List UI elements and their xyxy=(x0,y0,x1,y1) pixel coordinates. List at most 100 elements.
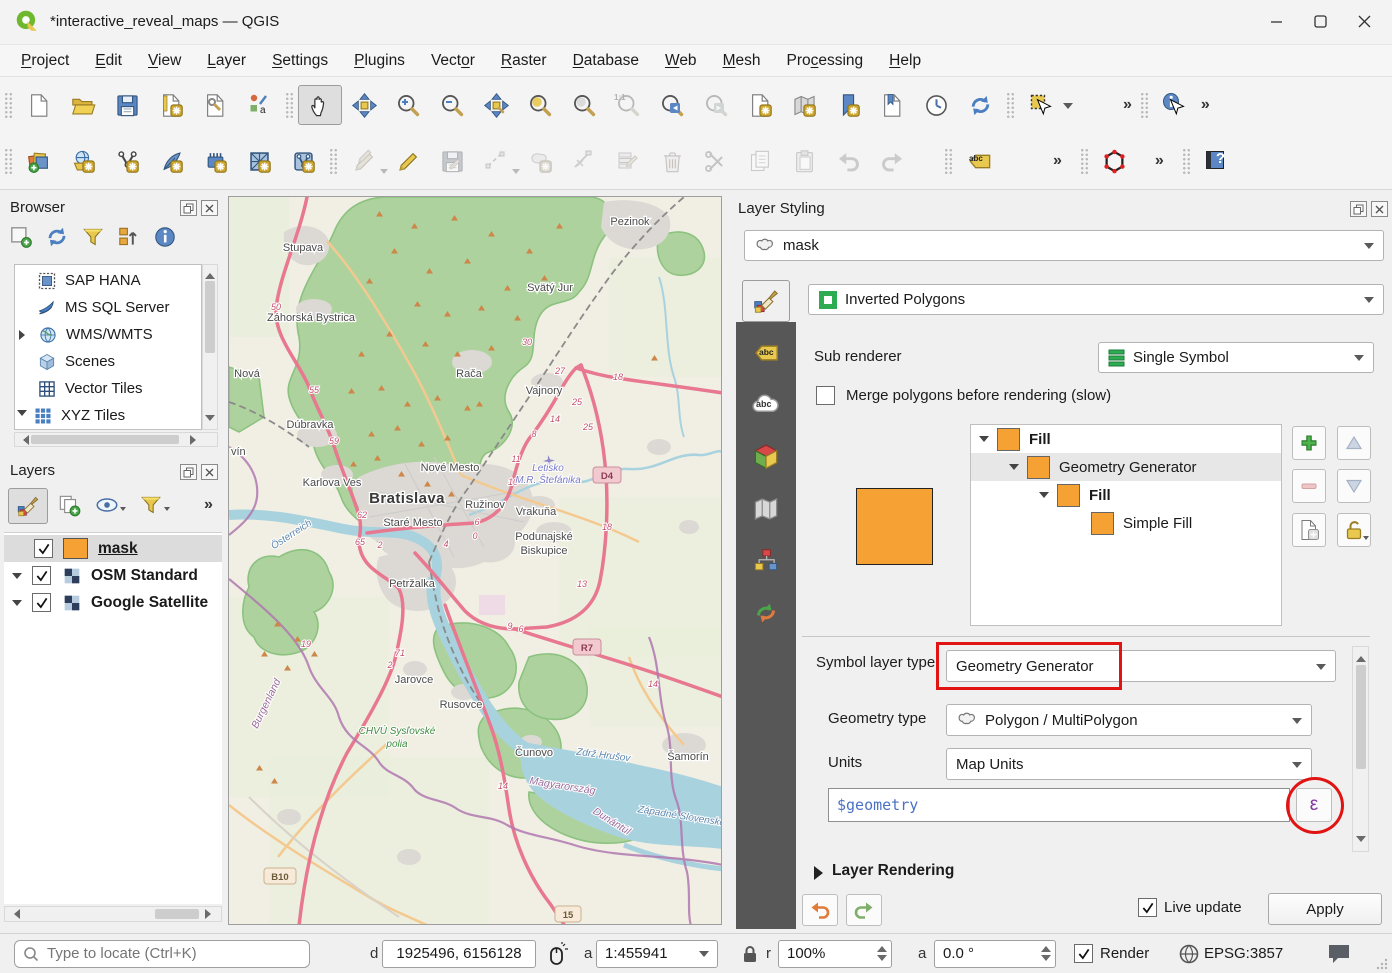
zoom-next-button[interactable] xyxy=(694,85,738,125)
move-up-button[interactable] xyxy=(1337,426,1371,460)
open-project-button[interactable] xyxy=(61,85,105,125)
zoom-full-button[interactable] xyxy=(474,85,518,125)
toolbar-grip[interactable] xyxy=(1006,92,1015,118)
symbol-node-geometry-generator[interactable]: Geometry Generator xyxy=(971,453,1281,481)
mouse-position-icon[interactable] xyxy=(544,942,570,968)
toolbar-grip[interactable] xyxy=(329,148,338,174)
units-combo[interactable]: Map Units xyxy=(946,748,1312,780)
menu-mesh[interactable]: Mesh xyxy=(710,48,774,74)
layer-row-google-satellite[interactable]: Google Satellite xyxy=(4,589,222,616)
menu-database[interactable]: Database xyxy=(560,48,652,74)
layer-row-osm-standard[interactable]: OSM Standard xyxy=(4,562,222,589)
zoom-last-button[interactable] xyxy=(650,85,694,125)
duplicate-symbol-layer-button[interactable] xyxy=(1292,513,1326,547)
add-vector-layer-button[interactable] xyxy=(61,141,105,181)
remove-symbol-layer-button[interactable] xyxy=(1292,469,1326,503)
temporal-controller-button[interactable] xyxy=(914,85,958,125)
toggle-editing-button[interactable] xyxy=(386,141,430,181)
toolbar-overflow-icon[interactable]: » xyxy=(1197,96,1214,114)
properties-info-button[interactable] xyxy=(152,224,178,250)
layer-visibility-checkbox[interactable] xyxy=(32,593,51,612)
toolbar-grip[interactable] xyxy=(4,92,13,118)
symbol-node-simple-fill[interactable]: Simple Fill xyxy=(971,509,1281,537)
refresh-map-button[interactable] xyxy=(958,85,1002,125)
menu-processing[interactable]: Processing xyxy=(773,48,876,74)
toolbar-grip[interactable] xyxy=(1140,92,1149,118)
refresh-browser-button[interactable] xyxy=(44,224,70,250)
lock-scale-icon[interactable] xyxy=(740,944,760,964)
render-checkbox[interactable] xyxy=(1074,944,1093,963)
show-bookmarks-button[interactable] xyxy=(870,85,914,125)
symbol-node-fill-2[interactable]: Fill xyxy=(971,481,1281,509)
lock-colors-button[interactable] xyxy=(1337,513,1371,547)
tab-labels[interactable]: abc xyxy=(751,338,781,368)
browser-item-ms-sql-server[interactable]: MS SQL Server xyxy=(15,294,201,321)
close-panel-button[interactable] xyxy=(1371,201,1388,217)
collapse-all-button[interactable] xyxy=(116,224,142,250)
new-spatialite-layer-button[interactable] xyxy=(193,141,237,181)
locator-box[interactable] xyxy=(14,940,310,968)
toolbar-grip[interactable] xyxy=(285,92,294,118)
browser-vertical-scrollbar[interactable] xyxy=(202,264,218,430)
open-layer-styling-button[interactable] xyxy=(8,488,48,524)
add-selected-layer-button[interactable] xyxy=(8,224,34,250)
map-canvas[interactable]: 50 55 59 62 65 2 30 27 25 25 18 18 14 8 … xyxy=(228,196,722,925)
symbol-node-fill[interactable]: Fill xyxy=(971,425,1281,453)
float-panel-button[interactable] xyxy=(1350,201,1367,217)
crs-label[interactable]: EPSG:3857 xyxy=(1204,945,1283,962)
tab-style-history[interactable] xyxy=(751,546,781,576)
style-redo-button[interactable] xyxy=(846,894,882,926)
coordinate-box[interactable]: 1925496, 6156128 xyxy=(382,940,536,968)
close-panel-button[interactable] xyxy=(201,200,218,216)
layers-horizontal-scrollbar[interactable] xyxy=(4,906,222,922)
menu-vector[interactable]: Vector xyxy=(418,48,488,74)
style-undo-button[interactable] xyxy=(802,894,838,926)
help-button[interactable]: ? xyxy=(1195,141,1239,181)
crs-globe-icon[interactable] xyxy=(1178,943,1200,965)
toolbar-overflow-icon[interactable]: » xyxy=(1119,96,1136,114)
browser-item-sap-hana[interactable]: SAP HANA xyxy=(15,267,201,294)
toolbar-grip[interactable] xyxy=(1080,148,1089,174)
browser-horizontal-scrollbar[interactable] xyxy=(14,432,218,447)
scale-combo[interactable]: 1:455941 xyxy=(596,940,718,968)
browser-item-xyz-tiles[interactable]: XYZ Tiles xyxy=(15,402,201,429)
zoom-native-button[interactable]: 1:1 xyxy=(606,85,650,125)
styling-vertical-scrollbar[interactable] xyxy=(1352,646,1369,852)
new-shapefile-layer-button[interactable] xyxy=(105,141,149,181)
new-project-button[interactable] xyxy=(17,85,61,125)
layer-rendering-expander[interactable] xyxy=(814,866,823,880)
locator-input[interactable] xyxy=(47,945,287,962)
menu-raster[interactable]: Raster xyxy=(488,48,560,74)
add-group-button[interactable] xyxy=(56,492,82,518)
data-source-manager-button[interactable] xyxy=(17,141,61,181)
styling-layer-combo[interactable]: mask xyxy=(744,230,1384,261)
tab-masks[interactable]: abc xyxy=(751,390,781,420)
resize-grip[interactable] xyxy=(1376,958,1388,970)
save-layer-edits-button[interactable] xyxy=(430,141,474,181)
filter-browser-button[interactable] xyxy=(80,224,106,250)
new-geopackage-layer-button[interactable] xyxy=(149,141,193,181)
float-panel-button[interactable] xyxy=(180,200,197,216)
symbol-layer-type-combo[interactable]: Geometry Generator xyxy=(946,650,1336,682)
menu-help[interactable]: Help xyxy=(876,48,934,74)
expression-builder-button[interactable]: ε xyxy=(1296,788,1332,822)
redo-button[interactable] xyxy=(870,141,914,181)
add-feature-button[interactable] xyxy=(474,141,518,181)
modify-attributes-button[interactable] xyxy=(606,141,650,181)
renderer-combo[interactable]: Inverted Polygons xyxy=(808,284,1384,315)
apply-button[interactable]: Apply xyxy=(1268,893,1382,925)
menu-plugins[interactable]: Plugins xyxy=(341,48,418,74)
move-feature-button[interactable] xyxy=(518,141,562,181)
style-manager-button[interactable]: a xyxy=(237,85,281,125)
zoom-in-button[interactable] xyxy=(386,85,430,125)
delete-selected-button[interactable] xyxy=(650,141,694,181)
sub-renderer-combo[interactable]: Single Symbol xyxy=(1098,342,1374,373)
layer-visibility-checkbox[interactable] xyxy=(32,566,51,585)
layer-row-mask[interactable]: mask xyxy=(4,535,222,562)
toolbar-grip[interactable] xyxy=(4,148,13,174)
minimize-button[interactable] xyxy=(1254,4,1298,38)
select-features-dropdown[interactable] xyxy=(1063,103,1073,114)
new-mesh-layer-button[interactable] xyxy=(281,141,325,181)
new-virtual-layer-button[interactable] xyxy=(237,141,281,181)
filter-legend-button[interactable] xyxy=(138,492,170,518)
